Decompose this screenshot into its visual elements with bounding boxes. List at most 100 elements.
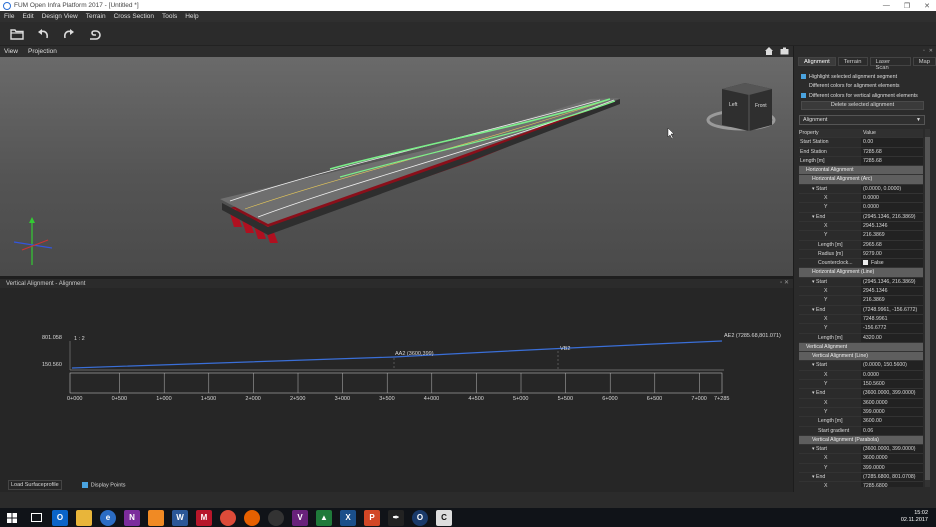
property-value[interactable]: (7248.9961, -156.6772) bbox=[861, 305, 923, 314]
property-row[interactable]: Y -156.6772 bbox=[799, 324, 923, 334]
camera-icon[interactable] bbox=[780, 47, 789, 55]
scrollbar-thumb[interactable] bbox=[925, 137, 930, 480]
menu-terrain[interactable]: Terrain bbox=[86, 13, 106, 20]
menu-help[interactable]: Help bbox=[185, 13, 198, 20]
property-value[interactable]: 7248.9961 bbox=[861, 314, 923, 324]
powerpoint-icon[interactable]: P bbox=[364, 509, 380, 526]
property-value[interactable]: 0.0000 bbox=[861, 194, 923, 203]
property-row[interactable]: Y 150.5600 bbox=[799, 380, 923, 390]
outlook-icon[interactable]: O bbox=[52, 509, 68, 526]
cmake-icon[interactable]: ▲ bbox=[316, 509, 332, 526]
property-section-row[interactable]: Vertical Alignment (Line) bbox=[799, 352, 923, 362]
property-value[interactable]: (7285.6800, 801.0708) bbox=[861, 472, 923, 482]
refresh-button[interactable] bbox=[86, 25, 104, 43]
menu-projection[interactable]: Projection bbox=[28, 48, 57, 55]
windows-start-icon[interactable] bbox=[4, 510, 20, 526]
redo-button[interactable] bbox=[60, 25, 78, 43]
property-section-row[interactable]: Horizontal Alignment (Arc) bbox=[799, 175, 923, 185]
property-row[interactable]: Length [m] 3600.00 bbox=[799, 417, 923, 427]
property-value[interactable]: (2945.1346, 216.3869) bbox=[861, 212, 923, 221]
property-value[interactable]: 150.5600 bbox=[861, 380, 923, 389]
property-value[interactable]: 0.0000 bbox=[861, 203, 923, 212]
mendeley-icon[interactable]: M bbox=[196, 509, 212, 526]
property-value[interactable]: 2965.68 bbox=[861, 240, 923, 249]
property-row[interactable]: Length [m] 2965.68 bbox=[799, 240, 923, 250]
property-row[interactable]: End Station 7285.68 bbox=[799, 147, 923, 157]
property-value[interactable]: 399.0000 bbox=[861, 463, 923, 472]
alignment-select[interactable]: Alignment ▼ bbox=[799, 115, 925, 125]
property-row[interactable]: ▾ End (7248.9961, -156.6772) bbox=[799, 305, 923, 315]
property-value[interactable]: (0.0000, 0.0000) bbox=[861, 184, 923, 194]
terminal-icon[interactable]: C bbox=[436, 509, 452, 526]
property-row[interactable]: ▾ End (2945.1346, 216.3869) bbox=[799, 212, 923, 222]
property-row[interactable]: ▾ Start (0.0000, 0.0000) bbox=[799, 184, 923, 195]
menu-file[interactable]: File bbox=[4, 13, 14, 20]
close-icon[interactable]: ✕ bbox=[929, 48, 933, 54]
visual-studio-icon[interactable]: V bbox=[292, 509, 308, 526]
tab-laser-scan[interactable]: Laser Scan bbox=[869, 57, 911, 71]
undo-button[interactable] bbox=[34, 25, 52, 43]
property-row[interactable]: Start Station 0.00 bbox=[799, 138, 923, 148]
viewcube-front-face[interactable]: Front bbox=[755, 103, 767, 109]
property-row[interactable]: Y 216.3869 bbox=[799, 296, 923, 306]
property-row[interactable]: Radius [m] 9279.00 bbox=[799, 249, 923, 260]
menu-tools[interactable]: Tools bbox=[162, 13, 177, 20]
open-infra-platform-icon[interactable]: O bbox=[412, 509, 428, 526]
property-value[interactable]: 0.00 bbox=[861, 138, 923, 147]
counterclockwise-checkbox[interactable] bbox=[863, 260, 868, 266]
tab-map[interactable]: Map bbox=[912, 57, 936, 66]
delete-alignment-button[interactable]: Delete selected alignment bbox=[801, 101, 924, 110]
menu-cross-section[interactable]: Cross Section bbox=[114, 13, 154, 20]
property-row[interactable]: Start gradient 0.06 bbox=[799, 426, 923, 436]
viewcube-left-face[interactable]: Left bbox=[729, 102, 737, 108]
home-icon[interactable] bbox=[765, 47, 773, 55]
property-row[interactable]: X 2945.1346 bbox=[799, 221, 923, 232]
display-points-checkbox[interactable] bbox=[81, 481, 88, 488]
display-points-toggle[interactable]: Display Points bbox=[81, 481, 126, 488]
panel-float-close-icon[interactable]: ▫ ✕ bbox=[780, 279, 789, 286]
3d-viewport[interactable]: Left Front bbox=[0, 57, 793, 276]
file-explorer-icon[interactable] bbox=[76, 509, 92, 526]
menu-design-view[interactable]: Design View bbox=[42, 13, 78, 20]
property-row[interactable]: X 3600.0000 bbox=[799, 398, 923, 408]
inkscape-icon[interactable]: ✒ bbox=[388, 509, 404, 526]
property-section-row[interactable]: Horizontal Alignment bbox=[799, 166, 923, 176]
property-row[interactable]: ▾ Start (2945.1346, 216.3869) bbox=[799, 277, 923, 288]
property-value[interactable]: 3600.0000 bbox=[861, 398, 923, 407]
property-value[interactable]: 3600.00 bbox=[861, 417, 923, 426]
sketch-app-icon[interactable] bbox=[148, 509, 164, 526]
vertical-alignment-view[interactable]: 801.058 150.560 1 : 2 AA2 (3600,399) VB2… bbox=[0, 288, 793, 478]
property-value[interactable]: 7285.68 bbox=[861, 147, 923, 156]
property-value[interactable]: 7285.68 bbox=[861, 156, 923, 166]
highlight-checkbox[interactable] bbox=[801, 74, 806, 80]
task-view-icon[interactable] bbox=[28, 510, 44, 526]
property-value[interactable]: (0.0000, 150.5600) bbox=[861, 361, 923, 370]
property-value[interactable]: -156.6772 bbox=[861, 324, 923, 333]
property-scrollbar[interactable] bbox=[925, 129, 930, 487]
restore-button[interactable]: ❐ bbox=[904, 2, 910, 10]
property-value[interactable]: (3600.0000, 399.0000) bbox=[861, 445, 923, 454]
property-row[interactable]: Length [m] 4320.00 bbox=[799, 333, 923, 343]
property-row[interactable]: X 2945.1346 bbox=[799, 287, 923, 297]
firefox-icon[interactable] bbox=[244, 509, 260, 526]
close-button[interactable]: ✕ bbox=[924, 2, 930, 10]
property-row[interactable]: ▾ Start (0.0000, 150.5600) bbox=[799, 361, 923, 371]
property-row[interactable]: Y 0.0000 bbox=[799, 203, 923, 213]
pane-controls[interactable]: ▫ ✕ bbox=[923, 48, 933, 54]
word-icon[interactable]: W bbox=[172, 509, 188, 526]
property-row[interactable]: Y 399.0000 bbox=[799, 407, 923, 418]
property-value[interactable]: 2945.1346 bbox=[861, 221, 923, 231]
property-value[interactable]: (2945.1346, 216.3869) bbox=[861, 277, 923, 287]
property-value[interactable]: False bbox=[861, 259, 923, 268]
diff-vertical-checkbox[interactable] bbox=[801, 92, 806, 98]
open-folder-button[interactable] bbox=[8, 25, 26, 43]
property-row[interactable]: ▾ Start (3600.0000, 399.0000) bbox=[799, 445, 923, 455]
property-value[interactable]: 2945.1346 bbox=[861, 287, 923, 296]
minimize-button[interactable]: — bbox=[883, 2, 890, 9]
property-value[interactable]: 0.06 bbox=[861, 426, 923, 435]
property-row[interactable]: X 3600.0000 bbox=[799, 454, 923, 464]
property-row[interactable]: X 0.0000 bbox=[799, 370, 923, 381]
property-value[interactable]: 7285.6800 bbox=[861, 482, 923, 487]
property-row[interactable]: Y 399.0000 bbox=[799, 463, 923, 473]
load-surfaceprofile-button[interactable]: Load Surfaceprofile bbox=[8, 480, 62, 490]
